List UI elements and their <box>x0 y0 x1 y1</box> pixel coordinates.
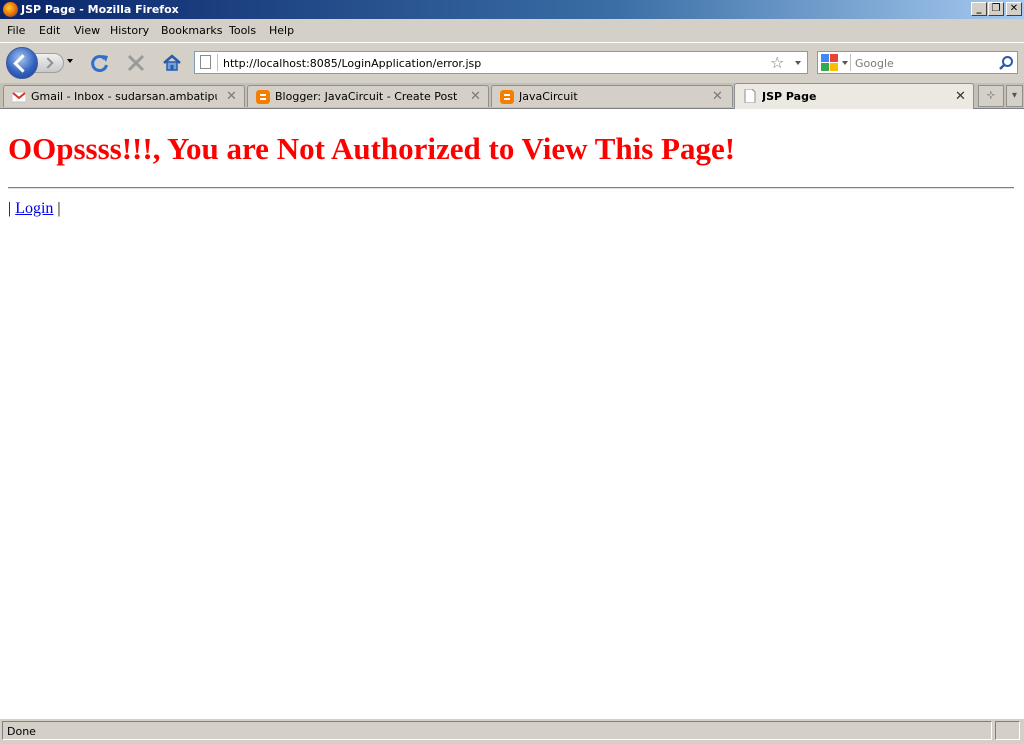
page-icon <box>200 55 211 69</box>
status-panel: Done <box>2 721 992 740</box>
list-all-tabs-button[interactable]: ⊹ <box>978 85 1004 107</box>
search-separator <box>850 54 851 71</box>
gmail-icon <box>12 91 26 103</box>
tab-label: JavaCircuit <box>519 90 578 103</box>
stop-icon[interactable] <box>126 53 146 73</box>
tab-javacircuit[interactable]: JavaCircuit ✕ <box>491 85 733 107</box>
close-window-button[interactable]: ✕ <box>1006 2 1022 16</box>
menu-file[interactable]: File <box>7 24 25 37</box>
tab-label: Blogger: JavaCircuit - Create Post <box>275 90 458 103</box>
search-engine-icon[interactable] <box>821 54 838 71</box>
tab-close-icon[interactable]: ✕ <box>955 89 966 104</box>
search-input[interactable] <box>855 55 995 71</box>
page-content: OOpssss!!!, You are Not Authorized to Vi… <box>0 109 1024 719</box>
menu-bookmarks[interactable]: Bookmarks <box>161 24 222 37</box>
back-icon[interactable] <box>6 47 38 79</box>
search-engine-dropdown-icon[interactable] <box>842 61 848 65</box>
blogger-icon <box>256 90 270 104</box>
restore-button[interactable]: ❐ <box>988 2 1004 16</box>
tab-close-icon[interactable]: ✕ <box>712 89 723 104</box>
menu-view[interactable]: View <box>74 24 100 37</box>
blogger-icon <box>500 90 514 104</box>
search-bar[interactable] <box>817 51 1018 74</box>
url-dropdown-icon[interactable] <box>795 61 801 65</box>
tab-blogger-create-post[interactable]: Blogger: JavaCircuit - Create Post ✕ <box>247 85 489 107</box>
error-heading: OOpssss!!!, You are Not Authorized to Vi… <box>8 131 736 166</box>
search-go-icon[interactable] <box>998 55 1014 71</box>
tab-close-icon[interactable]: ✕ <box>226 89 237 104</box>
tab-gmail[interactable]: Gmail - Inbox - sudarsan.ambatipudi... ✕ <box>3 85 245 107</box>
menu-help[interactable]: Help <box>269 24 294 37</box>
tab-menu-button[interactable]: ▾ <box>1006 85 1023 107</box>
tab-label: Gmail - Inbox - sudarsan.ambatipudi... <box>31 90 217 103</box>
page-icon <box>744 89 756 103</box>
url-input[interactable] <box>223 55 763 71</box>
link-row: | Login | <box>8 200 61 218</box>
home-icon[interactable] <box>162 53 182 73</box>
address-bar[interactable]: ☆ <box>194 51 808 74</box>
history-dropdown-icon[interactable] <box>67 59 73 63</box>
divider <box>8 187 1014 189</box>
tab-strip: Gmail - Inbox - sudarsan.ambatipudi... ✕… <box>0 83 1024 109</box>
resize-grip-icon[interactable] <box>995 721 1020 740</box>
firefox-icon <box>3 2 18 17</box>
login-link[interactable]: Login <box>15 200 53 217</box>
tab-close-icon[interactable]: ✕ <box>470 89 481 104</box>
bookmark-star-icon[interactable]: ☆ <box>770 53 784 72</box>
forward-icon[interactable] <box>34 53 64 73</box>
window-titlebar: JSP Page - Mozilla Firefox _ ❐ ✕ <box>0 0 1024 19</box>
tab-label: JSP Page <box>762 90 817 103</box>
status-text: Done <box>7 725 36 738</box>
address-separator <box>217 54 218 71</box>
menu-history[interactable]: History <box>110 24 149 37</box>
window-title: JSP Page - Mozilla Firefox <box>21 3 179 16</box>
minimize-button[interactable]: _ <box>971 2 987 16</box>
reload-icon[interactable] <box>90 53 110 73</box>
link-separator: | <box>53 200 61 217</box>
navigation-toolbar: ☆ <box>0 42 1024 83</box>
menu-tools[interactable]: Tools <box>229 24 256 37</box>
menu-edit[interactable]: Edit <box>39 24 60 37</box>
tab-jsp-page[interactable]: JSP Page ✕ <box>734 83 974 109</box>
menu-bar: File Edit View History Bookmarks Tools H… <box>0 20 1024 42</box>
status-bar: Done <box>0 719 1024 744</box>
